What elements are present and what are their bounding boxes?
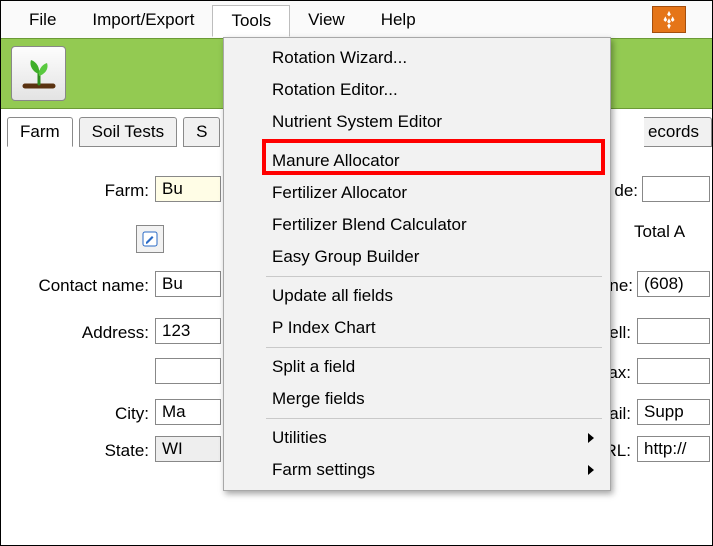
menubar: File Import/Export Tools View Help <box>1 1 712 38</box>
tab-s-cut[interactable]: S <box>183 117 220 147</box>
menu-rotation-wizard[interactable]: Rotation Wizard... <box>226 42 608 74</box>
menu-fertilizer-blend-calculator[interactable]: Fertilizer Blend Calculator <box>226 209 608 241</box>
menu-merge-fields[interactable]: Merge fields <box>226 383 608 415</box>
wheat-icon[interactable] <box>652 6 686 33</box>
label-city: City: <box>1 404 149 424</box>
menu-file[interactable]: File <box>11 4 74 36</box>
menu-separator <box>266 141 602 142</box>
state-input[interactable] <box>155 436 221 462</box>
fax-input[interactable] <box>637 358 710 384</box>
de-input[interactable] <box>642 176 710 202</box>
label-farm: Farm: <box>1 181 149 201</box>
tools-dropdown: Rotation Wizard... Rotation Editor... Nu… <box>223 37 611 491</box>
menu-manure-allocator[interactable]: Manure Allocator <box>226 145 608 177</box>
contact-name-input[interactable] <box>155 271 221 297</box>
menu-easy-group-builder[interactable]: Easy Group Builder <box>226 241 608 273</box>
app-logo-icon <box>11 46 66 101</box>
farm-input[interactable] <box>155 176 221 202</box>
menu-help[interactable]: Help <box>363 4 434 36</box>
menu-split-field[interactable]: Split a field <box>226 351 608 383</box>
menu-view[interactable]: View <box>290 4 363 36</box>
label-address: Address: <box>1 323 149 343</box>
submenu-arrow-icon <box>588 465 594 475</box>
label-total-a: Total A <box>634 222 713 242</box>
menu-tools[interactable]: Tools <box>212 5 290 37</box>
menu-fertilizer-allocator[interactable]: Fertilizer Allocator <box>226 177 608 209</box>
submenu-arrow-icon <box>588 433 594 443</box>
tab-records-cut[interactable]: ecords <box>644 117 712 147</box>
tab-farm[interactable]: Farm <box>7 117 73 147</box>
menu-import-export[interactable]: Import/Export <box>74 4 212 36</box>
label-state: State: <box>1 441 149 461</box>
menu-separator <box>266 418 602 419</box>
cell-input[interactable] <box>637 318 710 344</box>
label-contact-name: Contact name: <box>1 276 149 296</box>
menu-separator <box>266 276 602 277</box>
tab-soil-tests[interactable]: Soil Tests <box>79 117 177 147</box>
url-input[interactable] <box>637 436 710 462</box>
city-input[interactable] <box>155 399 221 425</box>
phone-input[interactable] <box>637 271 710 297</box>
menu-rotation-editor[interactable]: Rotation Editor... <box>226 74 608 106</box>
menu-utilities[interactable]: Utilities <box>226 422 608 454</box>
menu-update-all-fields[interactable]: Update all fields <box>226 280 608 312</box>
menu-nutrient-system-editor[interactable]: Nutrient System Editor <box>226 106 608 138</box>
address-input[interactable] <box>155 318 221 344</box>
edit-farm-button[interactable] <box>136 225 164 253</box>
address2-input[interactable] <box>155 358 221 384</box>
email-input[interactable] <box>637 399 710 425</box>
menu-farm-settings[interactable]: Farm settings <box>226 454 608 486</box>
menu-p-index-chart[interactable]: P Index Chart <box>226 312 608 344</box>
menu-separator <box>266 347 602 348</box>
